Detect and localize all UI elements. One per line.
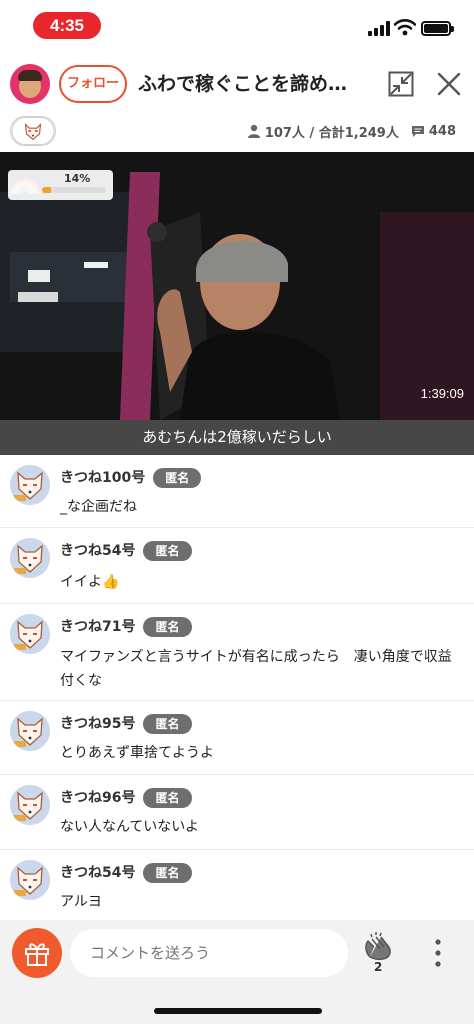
stream-caption: あむちんは2億稼いだらしい [0,420,474,455]
battery-icon [421,21,454,36]
anonymous-badge: 匿名 [143,788,192,808]
comment-icon [411,125,424,137]
stream-info-bar: 107人 / 合計1,249人 448 [0,112,474,150]
clap-count: 2 [374,960,383,974]
status-bar: 4:35 [0,0,474,52]
commenter-name[interactable]: きつね71号 [60,619,135,635]
comment-text: アルヨ [60,894,102,910]
rainbow-percent: 14% [64,172,91,185]
rainbow-progress-fill [42,187,51,193]
clap-icon [365,932,391,961]
comment-text: イイよ👍 [60,574,120,590]
commenter-avatar[interactable] [10,614,50,654]
person-icon [247,124,260,138]
fox-icon [10,860,50,900]
comment-item: きつね54号 匿名 アルヨ [0,850,474,918]
anonymous-badge: 匿名 [153,468,202,488]
more-icon[interactable] [430,936,446,970]
commenter-name[interactable]: きつね95号 [60,716,135,732]
fox-icon[interactable] [10,116,56,146]
home-indicator [154,1008,322,1014]
commenter-name[interactable]: きつね54号 [60,543,135,559]
stream-header: フォロー ふわで稼ぐことを諦め… [0,56,474,112]
commenter-avatar[interactable] [10,465,50,505]
rainbow-progress-track [42,187,106,193]
fox-icon [10,711,50,751]
viewer-count: 107人 / 合計1,249人 [264,125,399,141]
comment-count: 448 [428,123,456,139]
commenter-name[interactable]: きつね96号 [60,790,135,806]
comment-text: マイファンズと言うサイトが有名に成ったら 凄い角度で収益付くな [60,649,452,689]
comment-item: きつね95号 匿名 とりあえず車捨てようよ [0,701,474,775]
anonymous-badge: 匿名 [143,863,192,883]
anonymous-badge: 匿名 [143,617,192,637]
close-icon[interactable] [436,71,462,97]
fox-icon [10,785,50,825]
follow-button[interactable]: フォロー [59,65,127,103]
commenter-name[interactable]: きつね54号 [60,865,135,881]
comment-text: ない人なんていないよ [60,819,200,835]
clap-button[interactable]: 2 [362,931,396,977]
stream-title: ふわで稼ぐことを諦め… [138,73,348,95]
rainbow-meter: 14% [8,170,113,200]
anonymous-badge: 匿名 [143,714,192,734]
comment-text: _な企画だね [60,499,137,515]
fox-icon [10,465,50,505]
comment-composer: 2 [0,920,474,1024]
comment-item: きつね100号 匿名 _な企画だね [0,455,474,528]
gift-button[interactable] [12,928,62,978]
anonymous-badge: 匿名 [143,541,192,561]
status-time: 4:35 [33,12,101,39]
comment-text: とりあえず車捨てようよ [60,745,214,761]
signal-icon [368,20,390,36]
wifi-icon [394,19,416,36]
stream-duration: 1:39:09 [420,386,464,401]
viewer-stats: 107人 / 合計1,249人 448 [247,120,456,142]
comment-list[interactable]: きつね100号 匿名 _な企画だね きつね54号 匿名 イイよ👍 きつね71号 匿名 … [0,455,474,918]
gift-icon [25,943,49,966]
broadcaster-avatar[interactable] [10,64,50,104]
fox-icon [10,538,50,578]
comment-item: きつね96号 匿名 ない人なんていないよ [0,775,474,850]
commenter-avatar[interactable] [10,785,50,825]
comment-input[interactable] [70,929,348,977]
video-player[interactable]: 14% 1:39:09 あむちんは2億稼いだらしい [0,152,474,455]
commenter-avatar[interactable] [10,538,50,578]
fox-icon [10,614,50,654]
minimize-icon[interactable] [388,71,414,97]
commenter-avatar[interactable] [10,860,50,900]
comment-item: きつね71号 匿名 マイファンズと言うサイトが有名に成ったら 凄い角度で収益付くな [0,604,474,701]
commenter-avatar[interactable] [10,711,50,751]
commenter-name[interactable]: きつね100号 [60,470,145,486]
comment-item: きつね54号 匿名 イイよ👍 [0,528,474,604]
